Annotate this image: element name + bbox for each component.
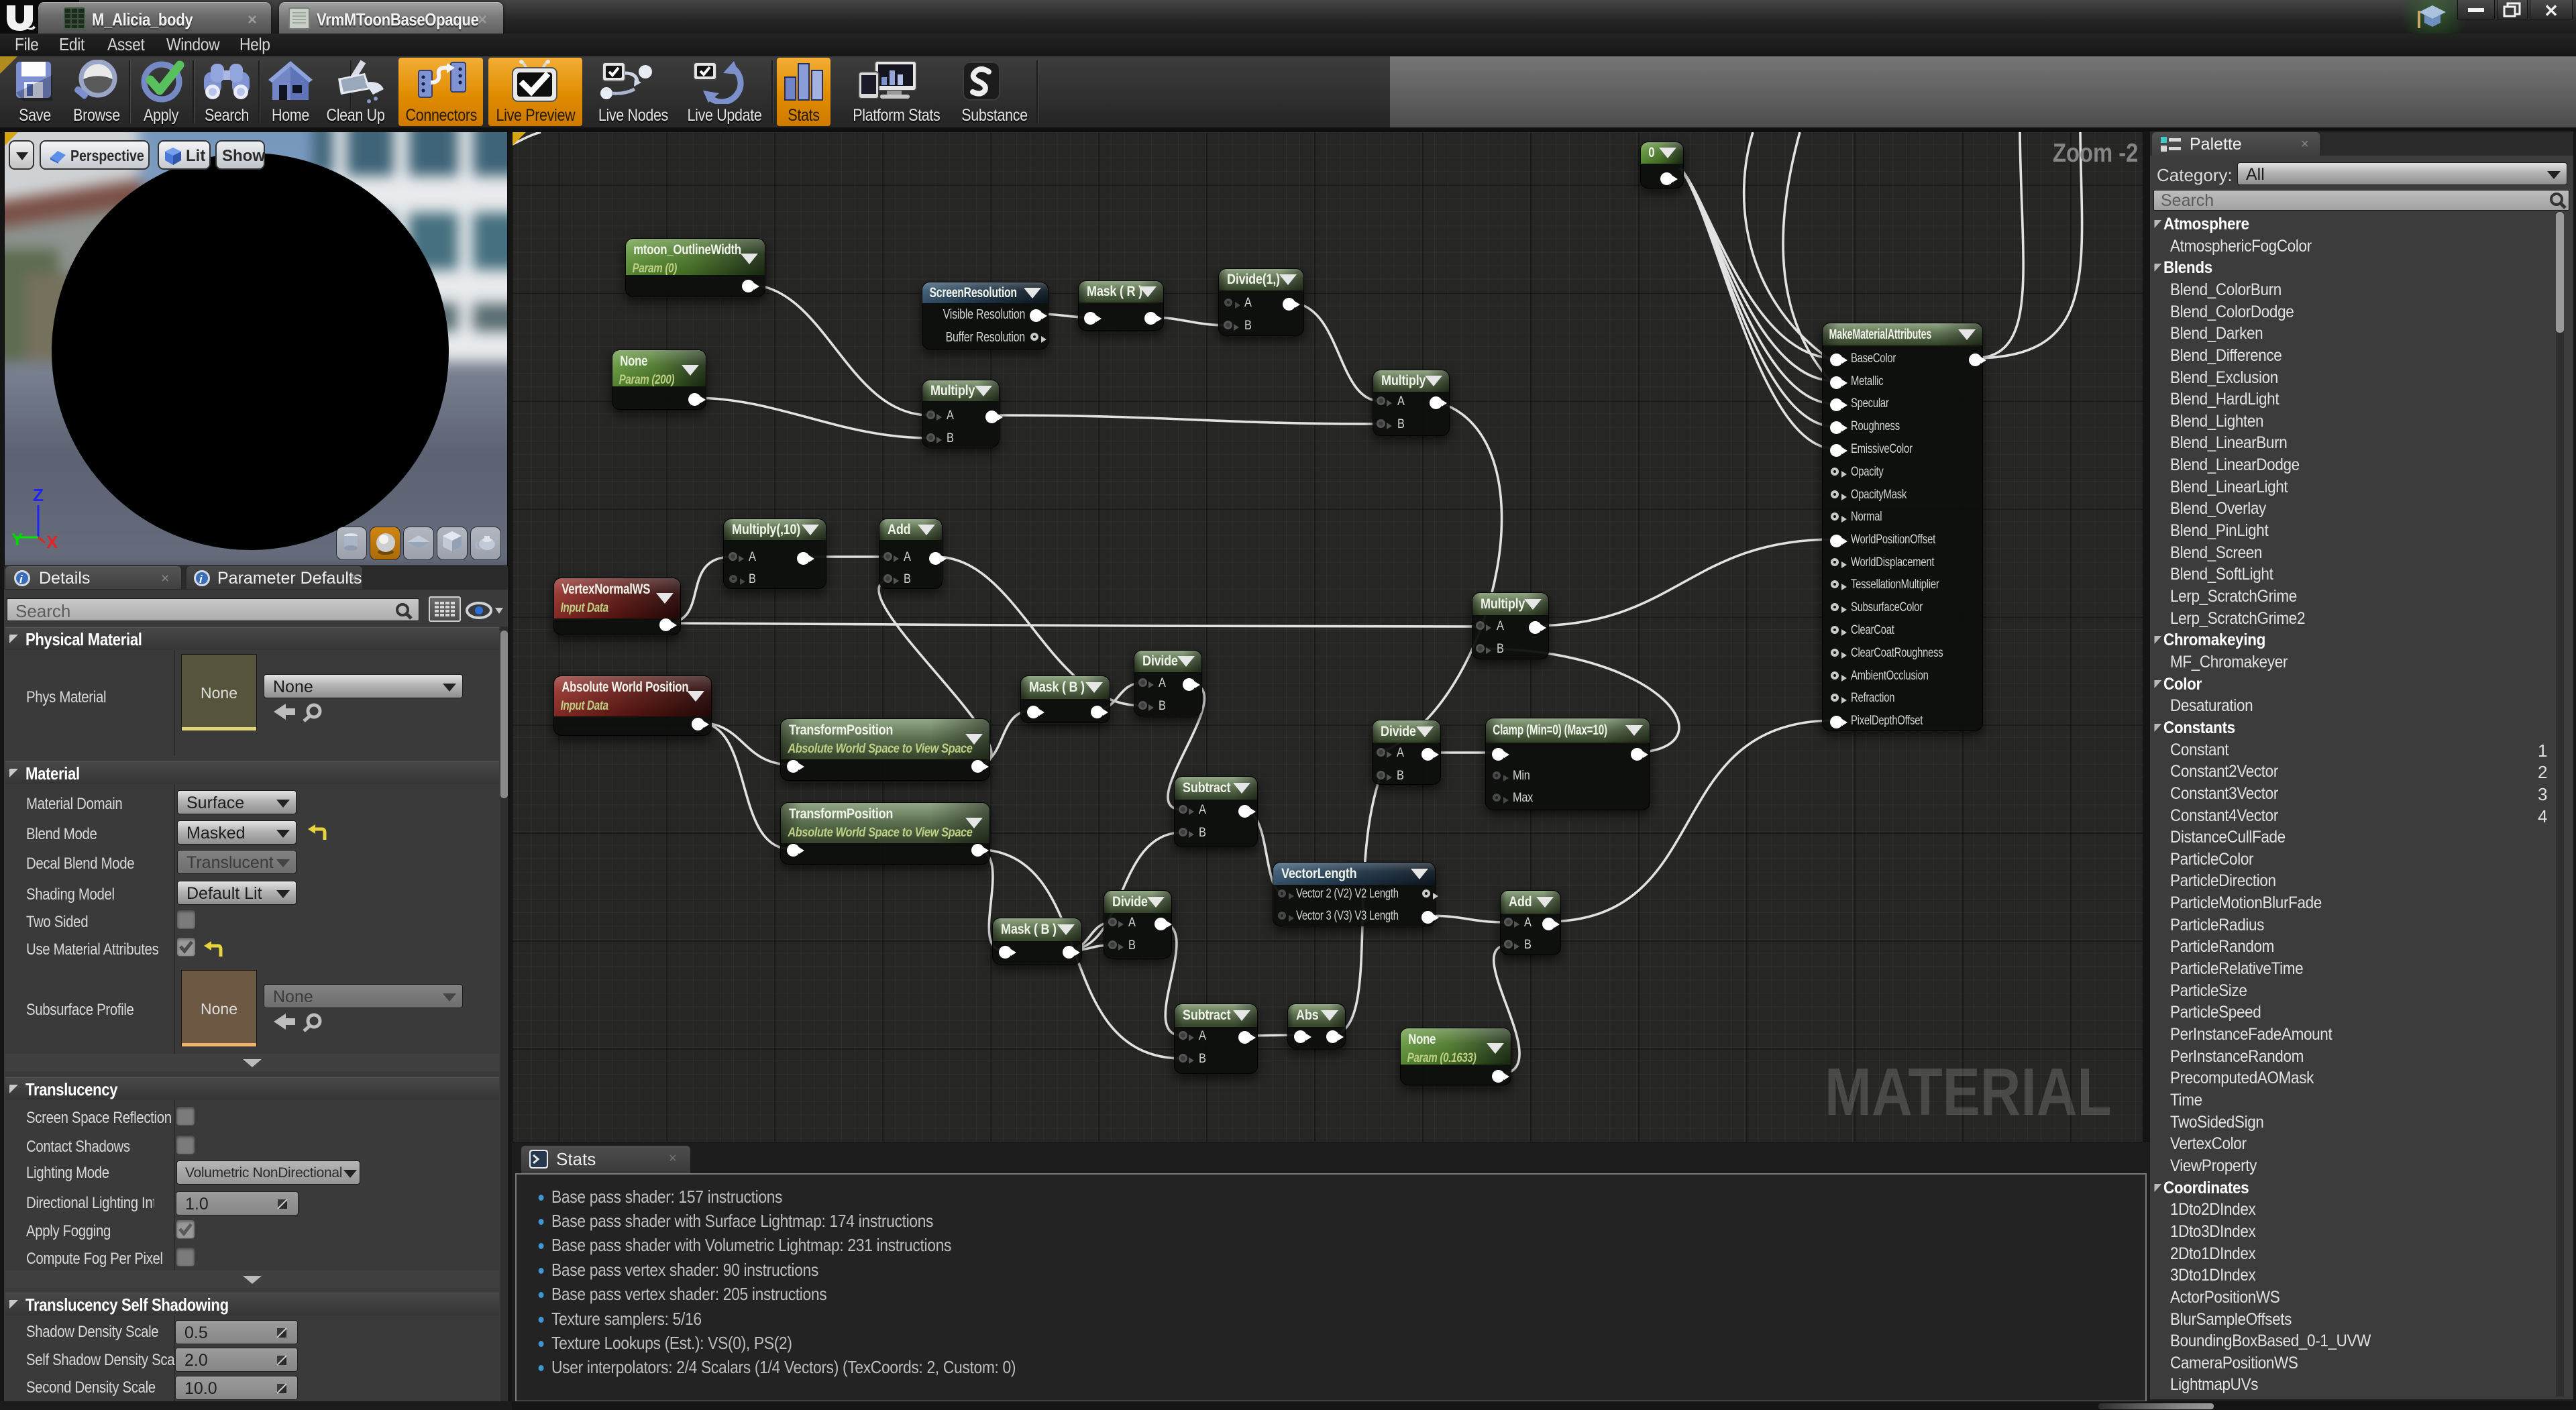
svg-text:Z: Z: [33, 486, 44, 505]
svg-text:X: X: [46, 532, 58, 548]
svg-text:Y: Y: [11, 529, 23, 548]
